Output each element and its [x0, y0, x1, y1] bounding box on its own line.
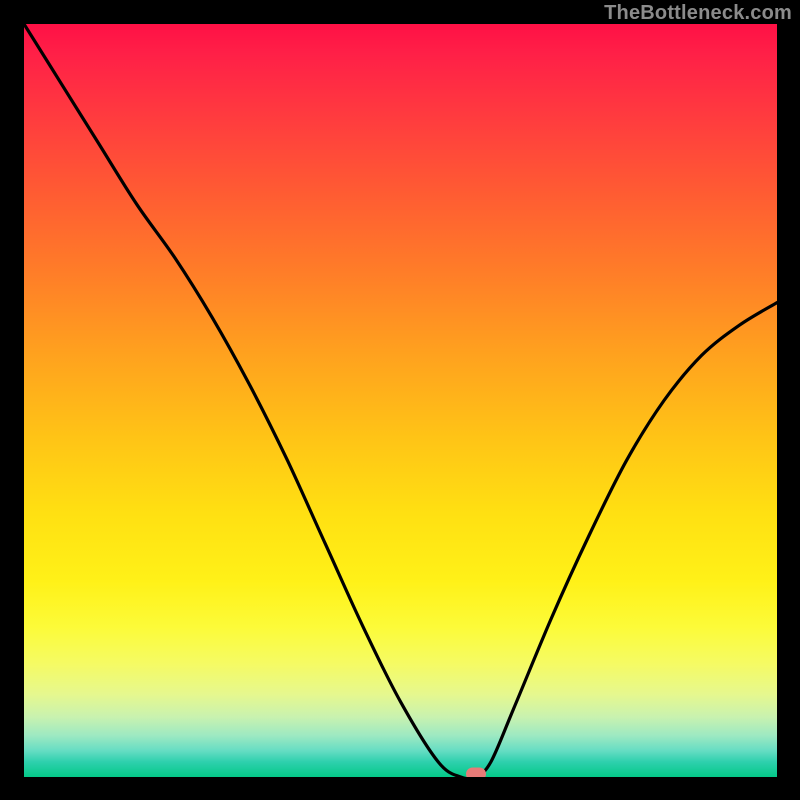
- chart-frame: TheBottleneck.com: [0, 0, 800, 800]
- plot-area: [24, 24, 777, 777]
- optimal-point-marker: [466, 768, 486, 778]
- bottleneck-curve: [24, 24, 777, 777]
- watermark-text: TheBottleneck.com: [604, 2, 792, 25]
